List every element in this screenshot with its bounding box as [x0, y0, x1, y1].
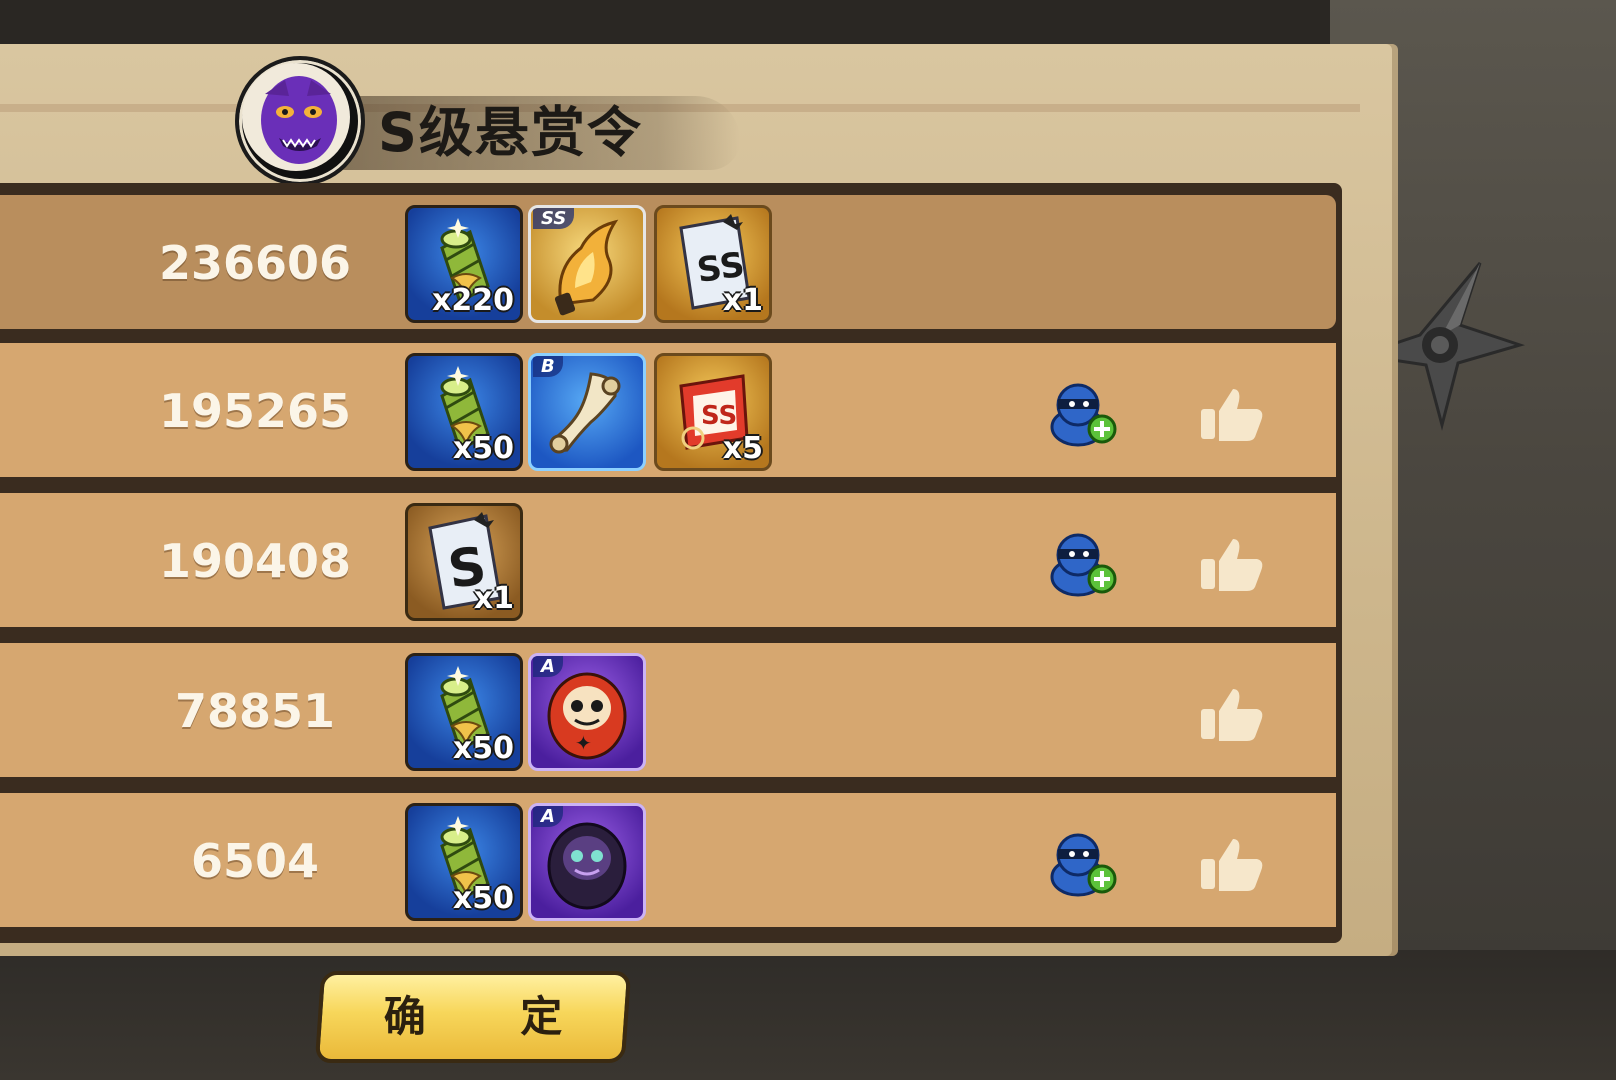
grade-badge: SS	[533, 208, 575, 229]
confirm-button[interactable]: 确 定	[314, 971, 632, 1063]
reward-item[interactable]: A	[528, 803, 646, 921]
item-count: x50	[452, 731, 514, 766]
ranking-row: 6504 x50 A	[0, 793, 1336, 927]
confirm-button-label: 确 定	[383, 992, 603, 1041]
thumbs-up-icon[interactable]	[1197, 685, 1267, 743]
oni-mask-avatar-icon	[235, 56, 365, 186]
reward-item[interactable]: B	[528, 353, 646, 471]
score-value: 236606	[158, 236, 352, 290]
background-floor	[0, 950, 1616, 1080]
reward-item[interactable]: x220	[405, 205, 523, 323]
add-friend-ninja-icon[interactable]	[1044, 381, 1120, 447]
item-count: x50	[452, 431, 514, 466]
page-title: S级悬赏令	[378, 101, 643, 164]
score-value: 6504	[190, 834, 320, 888]
item-count: x1	[473, 581, 514, 616]
svg-text:✦: ✦	[575, 731, 592, 755]
reward-item[interactable]: x50	[405, 353, 523, 471]
reward-item[interactable]: x50	[405, 653, 523, 771]
item-count: x5	[722, 431, 763, 466]
score-value: 78851	[174, 684, 336, 738]
reward-item[interactable]: SS	[528, 205, 646, 323]
reward-item[interactable]: x50	[405, 803, 523, 921]
item-count: x50	[452, 881, 514, 916]
item-count: x220	[432, 283, 514, 318]
thumbs-up-icon[interactable]	[1197, 535, 1267, 593]
reward-item[interactable]: SS x1	[654, 205, 772, 323]
thumbs-up-icon[interactable]	[1197, 835, 1267, 893]
thumbs-up-icon[interactable]	[1197, 385, 1267, 443]
reward-item[interactable]: Sx1	[405, 503, 523, 621]
score-value: 195265	[158, 384, 352, 438]
item-count: x1	[722, 283, 763, 318]
reward-item[interactable]: ✦ A	[528, 653, 646, 771]
score-value: 190408	[158, 534, 352, 588]
ranking-row: 236606 x220 SS SS x1	[0, 195, 1336, 329]
ranking-row: 190408 Sx1	[0, 493, 1336, 627]
reward-item[interactable]: SS x5	[654, 353, 772, 471]
add-friend-ninja-icon[interactable]	[1044, 531, 1120, 597]
svg-text:SS: SS	[701, 401, 737, 431]
ranking-row: 195265 x50 B SS x5	[0, 343, 1336, 477]
ranking-row: 78851 x50 ✦ A	[0, 643, 1336, 777]
add-friend-ninja-icon[interactable]	[1044, 831, 1120, 897]
